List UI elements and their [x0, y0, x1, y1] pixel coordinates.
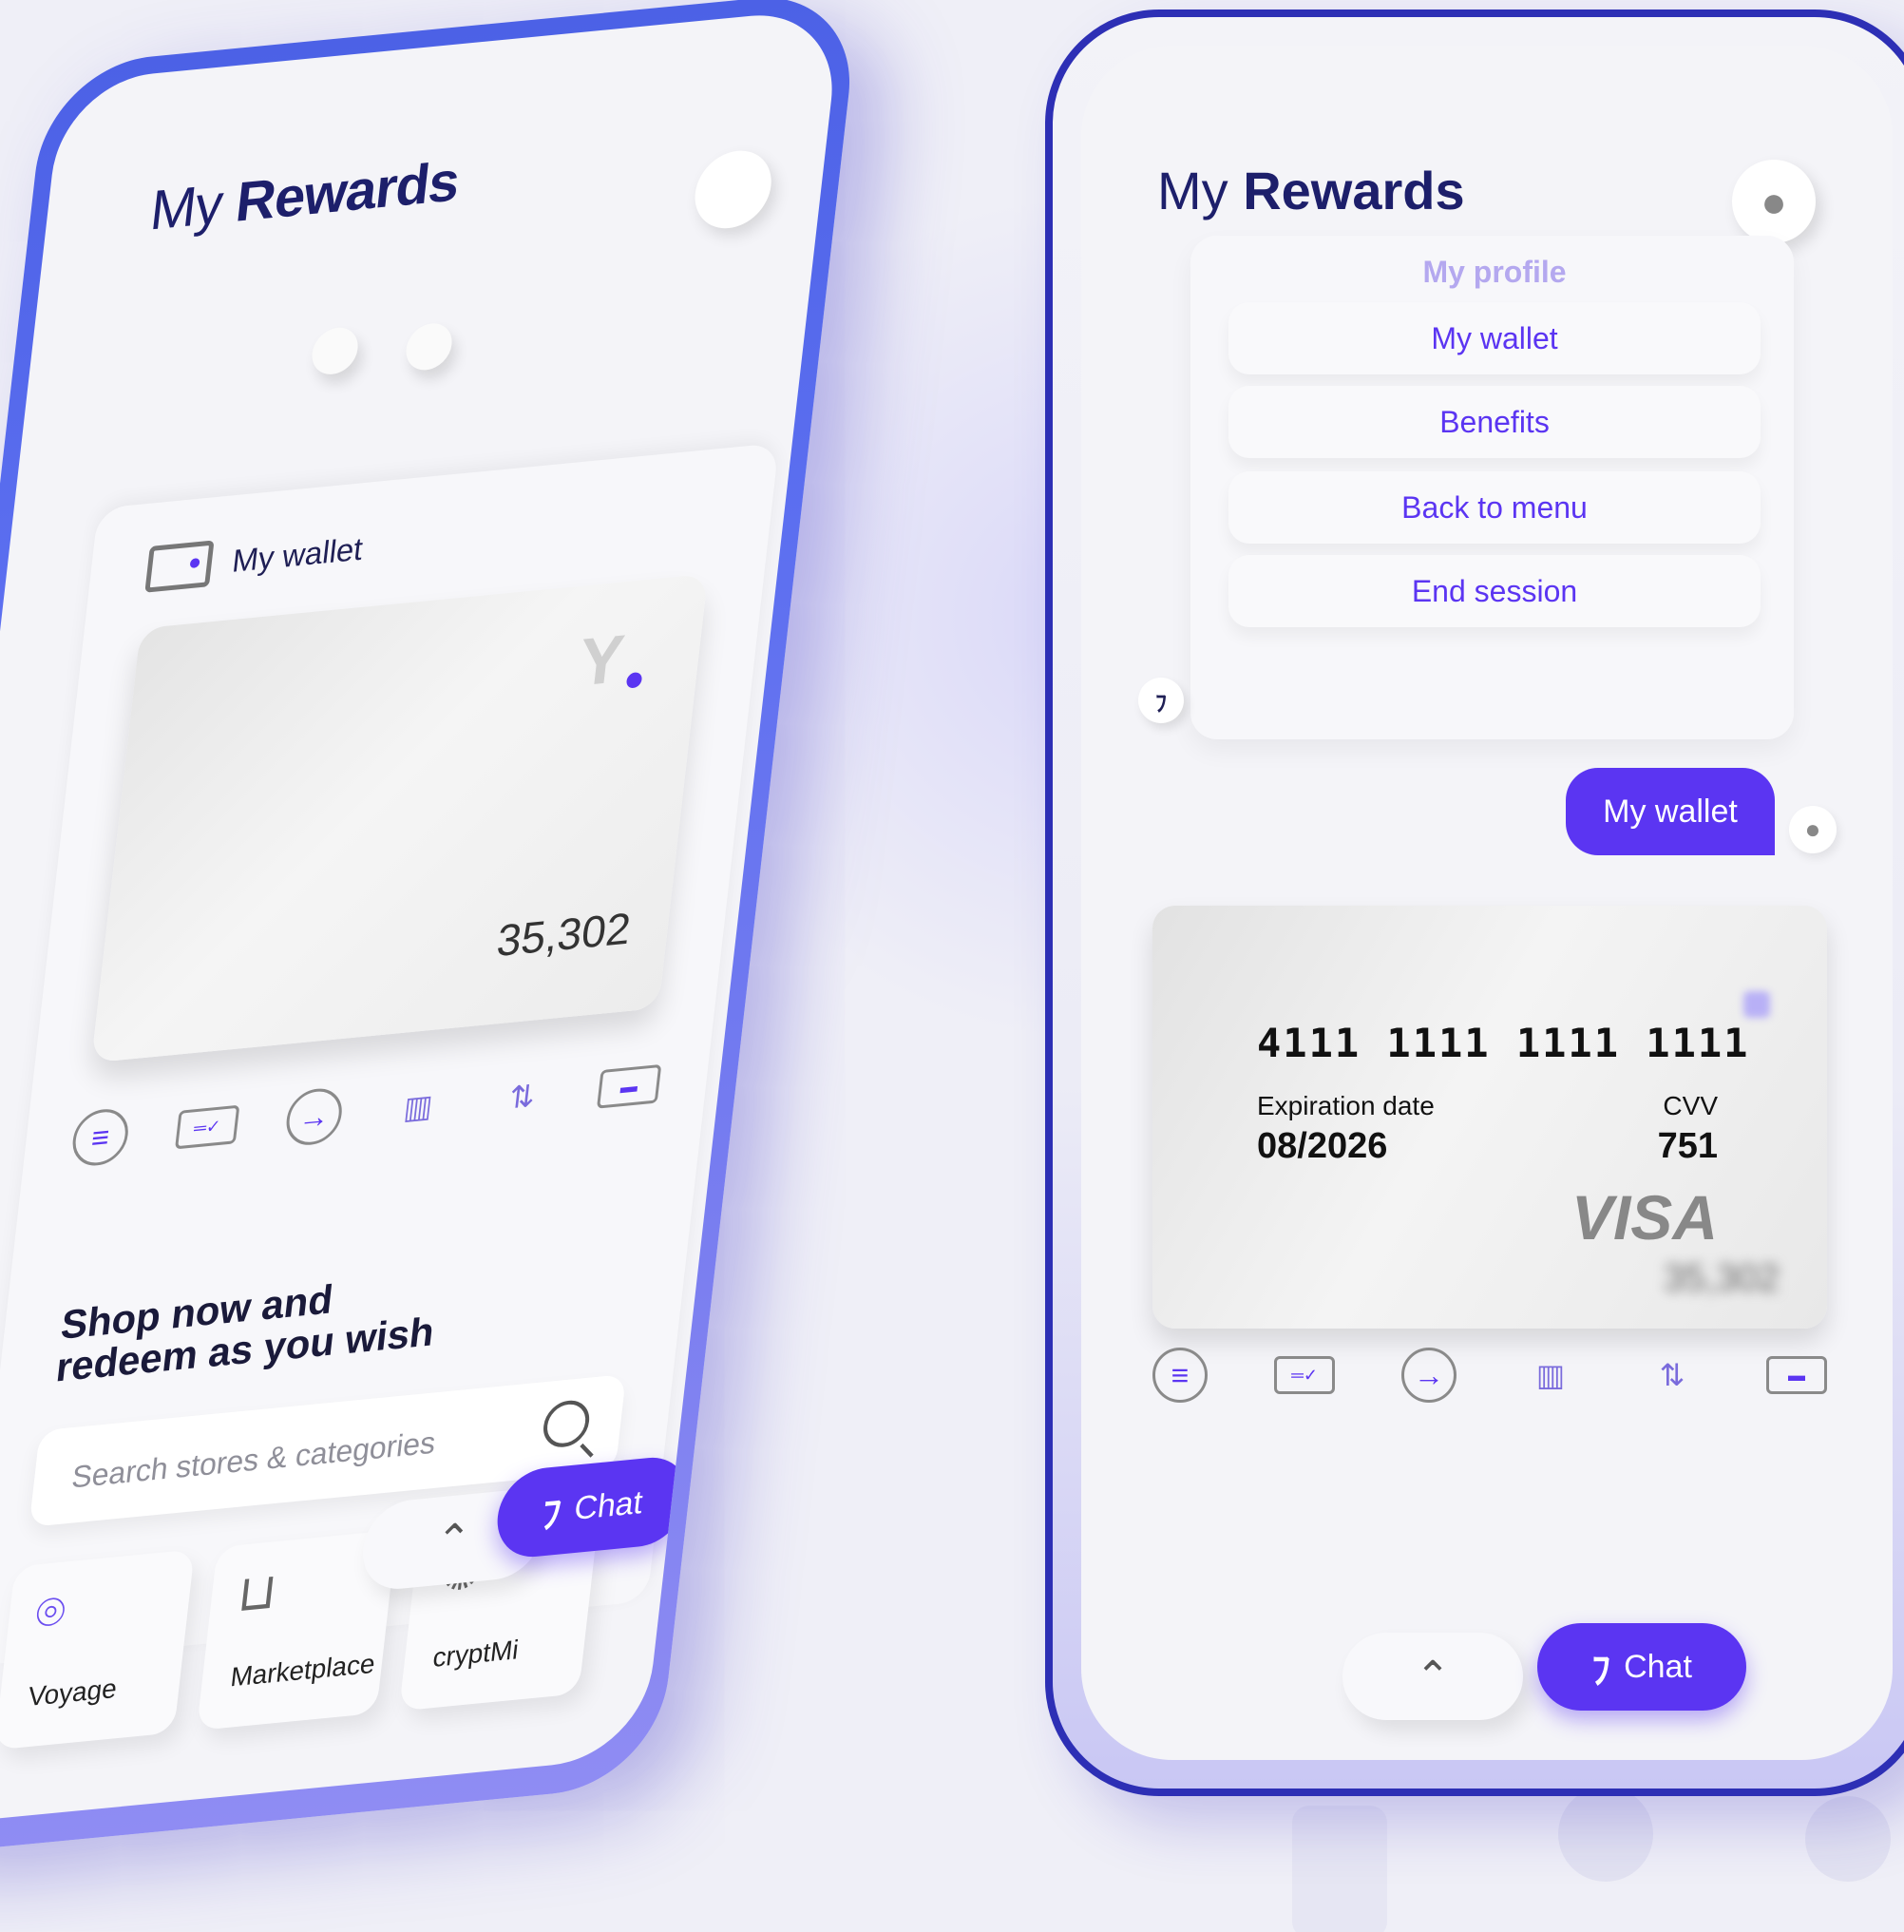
card-number: 4111 1111 1111 1111: [1257, 1020, 1750, 1066]
card-check-icon[interactable]: ═✓: [175, 1104, 240, 1150]
card-logo: Y: [575, 621, 628, 700]
shop-heading: Shop now and redeem as you wish: [53, 1275, 437, 1390]
logo-dot: [625, 671, 643, 689]
rewards-card[interactable]: Y 35,302: [90, 573, 709, 1063]
arrow-right-icon[interactable]: →: [283, 1085, 345, 1148]
category-voyage[interactable]: ⌾ Voyage: [0, 1549, 195, 1750]
card-balance: 35,302: [494, 902, 634, 966]
chart-icon[interactable]: ▥: [388, 1076, 448, 1137]
cvv-value: 751: [1657, 1126, 1718, 1166]
menu-item-back-to-menu[interactable]: Back to menu: [1228, 471, 1761, 544]
chart-icon[interactable]: ▥: [1523, 1348, 1578, 1403]
page-title: My Rewards: [146, 149, 463, 242]
user-icon: ●: [1761, 177, 1787, 226]
credit-card[interactable]: 4111 1111 1111 1111 Expiration date 08/2…: [1152, 906, 1827, 1329]
action-icon-row: ≡ ═✓ → ▥ ⇅ ▬: [1152, 1348, 1827, 1403]
phone-screen: My Rewards ● My profile My wallet Benefi…: [1081, 46, 1893, 1760]
avatar[interactable]: ●: [1732, 160, 1816, 243]
avatar[interactable]: [691, 146, 776, 232]
expiration-label: Expiration date: [1257, 1091, 1435, 1120]
chat-logo-icon: ﾌ: [539, 1492, 563, 1538]
transfer-icon[interactable]: ⇅: [1645, 1348, 1700, 1403]
location-pin-icon: ⌾: [32, 1583, 69, 1643]
page-title: My Rewards: [1157, 161, 1465, 220]
card-icon[interactable]: ▬: [1766, 1356, 1827, 1394]
visa-logo: VISA: [1571, 1182, 1718, 1253]
expiration-value: 08/2026: [1257, 1126, 1388, 1166]
menu-item-my-profile[interactable]: My profile: [1228, 236, 1761, 308]
menu-item-benefits[interactable]: Benefits: [1228, 386, 1761, 458]
chat-button[interactable]: ﾌ Chat: [1537, 1623, 1746, 1711]
user-icon: ●: [1789, 806, 1837, 853]
action-icon-row: ≡ ═✓ → ▥ ⇅ ▬: [69, 1056, 662, 1169]
card-balance-blurred: 35,302: [1663, 1257, 1780, 1299]
left-phone-mockup: My Rewards My wallet Y 35,302 ≡ ═✓ → ▥ ⇅…: [0, 0, 862, 1863]
chevron-up-icon: ⌃: [432, 1514, 474, 1565]
chevron-up-icon: ⌃: [1415, 1653, 1451, 1700]
search-placeholder: Search stores & categories: [69, 1425, 438, 1495]
card-check-icon[interactable]: ═✓: [1274, 1356, 1335, 1394]
decor-dot: [309, 325, 361, 377]
wallet-header: My wallet: [144, 526, 365, 593]
card-icon[interactable]: ▬: [596, 1063, 662, 1109]
wallet-label: My wallet: [230, 530, 365, 580]
scroll-up-button[interactable]: ⌃: [1342, 1633, 1523, 1720]
transfer-icon[interactable]: ⇅: [491, 1066, 552, 1127]
search-icon[interactable]: [541, 1398, 592, 1449]
menu-item-end-session[interactable]: End session: [1228, 555, 1761, 627]
arrow-right-icon[interactable]: →: [1401, 1348, 1457, 1403]
user-message-bubble: My wallet: [1566, 768, 1775, 855]
chat-logo-icon: ﾌ: [1591, 1650, 1611, 1692]
cvv-label: CVV: [1663, 1091, 1718, 1120]
menu-item-my-wallet[interactable]: My wallet: [1228, 302, 1761, 374]
decor-dot: [403, 321, 455, 373]
right-phone-mockup: My Rewards ● My profile My wallet Benefi…: [1045, 10, 1904, 1796]
phone-screen: My Rewards My wallet Y 35,302 ≡ ═✓ → ▥ ⇅…: [0, 7, 843, 1832]
menu-icon[interactable]: ≡: [1152, 1348, 1208, 1403]
bot-avatar-icon: ﾌ: [1138, 678, 1184, 723]
menu-icon[interactable]: ≡: [69, 1106, 131, 1169]
card-logo-dot: [1743, 991, 1770, 1018]
wallet-icon: [144, 540, 215, 593]
chat-menu-panel: My profile My wallet Benefits Back to me…: [1190, 236, 1794, 739]
cart-icon: ⊔: [235, 1562, 280, 1623]
